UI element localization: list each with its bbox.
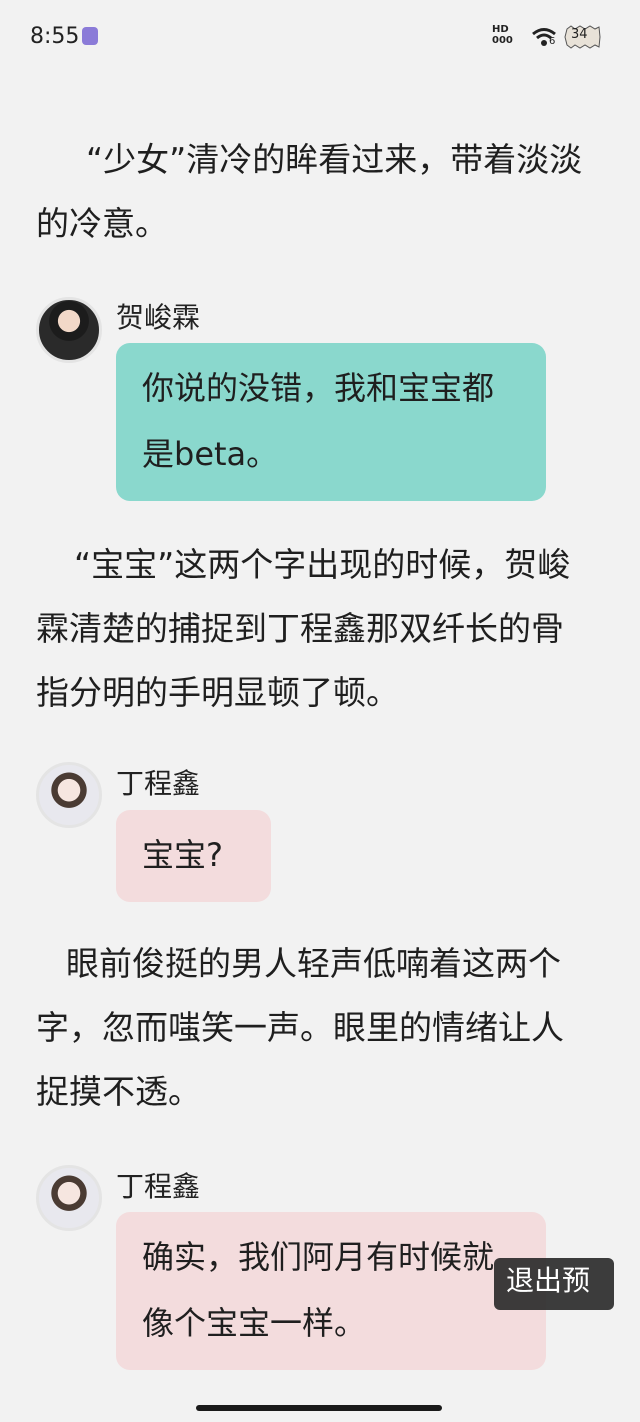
speaker-name: 贺峻霖 — [116, 301, 201, 334]
status-bar: 8:55 HD 000 6 34 — [0, 0, 640, 75]
message-bubble: 你说的没错，我和宝宝都是beta。 — [116, 343, 546, 501]
speaker-name: 丁程鑫 — [116, 1170, 201, 1203]
hd-label: HD — [492, 24, 509, 35]
avatar[interactable] — [36, 297, 102, 363]
wifi-badge: 6 — [549, 36, 556, 47]
status-time: 8:55 — [30, 24, 80, 49]
app-notification-icon — [82, 27, 98, 45]
message-bubble: 宝宝? — [116, 810, 271, 902]
speaker-name: 丁程鑫 — [116, 767, 201, 800]
story-paragraph: “少女”清冷的眸看过来，带着淡淡的冷意。 — [36, 140, 583, 243]
story-paragraph: “宝宝”这两个字出现的时候，贺峻霖清楚的捕捉到丁程鑫那双纤长的骨指分明的手明显顿… — [36, 545, 571, 712]
exit-preview-button[interactable]: 退出预览 — [494, 1258, 614, 1310]
avatar[interactable] — [36, 1165, 102, 1231]
avatar[interactable] — [36, 762, 102, 828]
home-indicator[interactable] — [196, 1405, 442, 1411]
hd-subtext: 000 — [492, 35, 513, 46]
hd-signal-indicator: HD 000 — [492, 24, 513, 46]
battery-level: 34 — [571, 27, 588, 42]
story-paragraph: 眼前俊挺的男人轻声低喃着这两个字，忽而嗤笑一声。眼里的情绪让人捉摸不透。 — [36, 944, 564, 1111]
message-bubble: 确实，我们阿月有时候就像个宝宝一样。 — [116, 1212, 546, 1370]
